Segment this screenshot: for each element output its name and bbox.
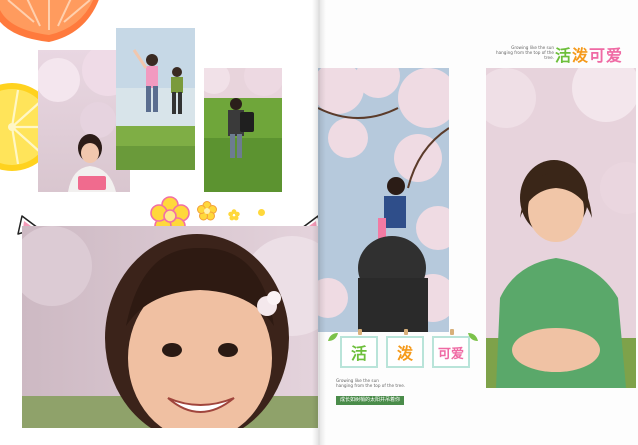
title-char: 活 — [555, 46, 573, 65]
photo-child-on-shoulders — [318, 68, 449, 332]
dot-flower-icon — [258, 209, 265, 216]
top-caption: Growing like the sun hanging from the to… — [494, 45, 554, 60]
caption-ribbon: 成长如树梢的太阳并吊着你 — [336, 396, 405, 405]
pin-icon — [404, 329, 408, 335]
photo-boy-sitting — [486, 68, 636, 388]
pin-icon — [450, 329, 454, 335]
photo-book-spread: Growing like the sun hanging from the to… — [0, 0, 638, 445]
title-tile: 泼 — [386, 336, 424, 368]
title-tile: 活 — [340, 336, 378, 368]
title-char: 泼 — [572, 46, 590, 65]
page-title: 活泼可爱 — [555, 42, 623, 66]
small-flower-icon — [197, 201, 217, 221]
title-tile: 可爱 — [432, 336, 470, 368]
caption-line: hanging from the top of the tree. — [495, 50, 554, 60]
leaf-icon — [328, 326, 338, 341]
photo-boy-backpack — [204, 68, 282, 192]
pin-icon — [358, 329, 362, 335]
left-page — [0, 0, 323, 445]
bottom-caption: Growing like the sun hanging from the to… — [336, 378, 426, 388]
caption-line: hanging from the top of the tree. — [336, 383, 406, 388]
photo-kids-playing — [116, 28, 195, 170]
leaf-icon — [468, 326, 478, 341]
orange-slice-icon — [0, 0, 104, 48]
book-gutter — [312, 0, 326, 445]
title-char: 可爱 — [589, 46, 624, 65]
photo-smiling-girl — [22, 226, 318, 428]
tiny-flower-icon — [228, 206, 240, 221]
right-page: Growing like the sun hanging from the to… — [318, 0, 638, 445]
